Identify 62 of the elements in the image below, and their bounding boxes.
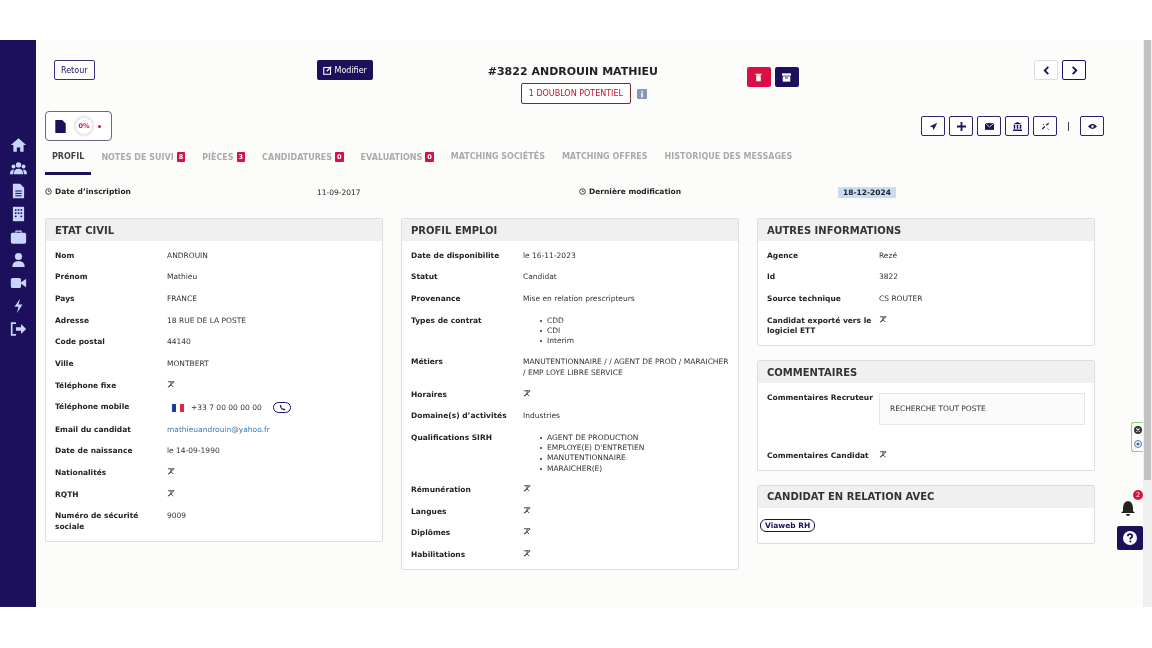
- bank-button[interactable]: [1005, 116, 1029, 136]
- empty-value-icon: [167, 380, 175, 388]
- help-icon: [1123, 531, 1137, 545]
- briefcase-icon[interactable]: [9, 229, 27, 245]
- clock-icon: [45, 188, 52, 195]
- target-icon[interactable]: [1133, 440, 1142, 448]
- send-button[interactable]: [921, 116, 945, 136]
- sign-out-icon[interactable]: [9, 321, 27, 337]
- chevron-left-icon: [1041, 65, 1051, 75]
- broken-link-icon: [1040, 121, 1050, 131]
- empty-value-icon: [879, 315, 887, 323]
- info-icon[interactable]: [637, 88, 647, 99]
- back-button[interactable]: Retour: [54, 60, 95, 80]
- edit-icon: [322, 65, 332, 75]
- card-title: CANDIDAT EN RELATION AVEC: [767, 491, 935, 503]
- empty-value-icon: [523, 550, 531, 558]
- delete-button[interactable]: [746, 67, 771, 87]
- candidate-title: #3822 ANDROUIN MATHIEU: [487, 65, 658, 78]
- bank-icon: [1012, 121, 1022, 131]
- flag-icon: [172, 403, 184, 412]
- card-title: ETAT CIVIL: [55, 224, 115, 236]
- users-icon[interactable]: [9, 160, 27, 176]
- call-button[interactable]: [273, 402, 291, 414]
- phone-icon: [278, 404, 286, 412]
- empty-value-icon: [523, 485, 531, 492]
- tab[interactable]: PROFIL: [45, 146, 92, 175]
- archive-icon: [782, 72, 792, 82]
- scrollbar[interactable]: [1143, 40, 1152, 607]
- empty-value-icon: [523, 528, 531, 536]
- envelope-icon: [984, 121, 994, 131]
- empty-value-icon: [523, 506, 531, 514]
- chevron-right-icon: [1069, 65, 1079, 75]
- card-title: COMMENTAIRES: [767, 366, 858, 378]
- clock-icon: [579, 188, 586, 195]
- document-icon: [55, 119, 66, 133]
- side-widget[interactable]: [1131, 422, 1143, 452]
- email-button[interactable]: [977, 116, 1001, 136]
- trash-icon: [754, 72, 764, 82]
- card-title: AUTRES INFORMATIONS: [767, 224, 902, 236]
- empty-value-icon: [523, 389, 531, 397]
- previous-button[interactable]: [1034, 60, 1058, 80]
- help-button[interactable]: [1117, 526, 1143, 550]
- close-icon[interactable]: [1133, 426, 1142, 434]
- user-icon[interactable]: [9, 252, 27, 268]
- home-icon[interactable]: [9, 137, 27, 153]
- edit-button[interactable]: Modifier: [316, 60, 373, 80]
- paper-plane-icon: [928, 121, 938, 131]
- view-button[interactable]: [1080, 116, 1104, 136]
- video-icon[interactable]: [9, 275, 27, 291]
- empty-value-icon: [167, 489, 175, 497]
- empty-value-icon: [879, 450, 887, 458]
- eye-icon: [1087, 121, 1097, 131]
- bell-icon[interactable]: [1121, 500, 1135, 516]
- add-button[interactable]: [949, 116, 973, 136]
- archive-button[interactable]: [774, 67, 799, 87]
- status-dot-icon: [98, 124, 101, 128]
- empty-value-icon: [167, 467, 175, 475]
- unlink-button[interactable]: [1033, 116, 1057, 136]
- plus-icon: [956, 121, 966, 131]
- card-title: PROFIL EMPLOI: [411, 224, 498, 236]
- next-button[interactable]: [1062, 60, 1086, 80]
- duplicate-button[interactable]: 1 DOUBLON POTENTIEL: [520, 83, 631, 104]
